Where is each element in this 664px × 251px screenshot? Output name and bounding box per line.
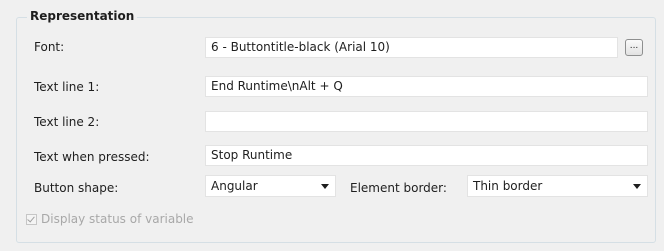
element-border-label: Element border:: [350, 181, 447, 195]
group-title: Representation: [27, 9, 138, 23]
text-pressed-field[interactable]: Stop Runtime: [205, 145, 648, 166]
element-border-value: Thin border: [473, 179, 543, 193]
display-status-checkbox-row[interactable]: Display status of variable: [26, 212, 194, 226]
element-border-dropdown[interactable]: Thin border: [467, 175, 648, 197]
font-browse-button[interactable]: ...: [625, 39, 643, 56]
button-shape-value: Angular: [211, 179, 258, 193]
display-status-label: Display status of variable: [41, 212, 194, 226]
chevron-down-icon: [633, 184, 641, 189]
button-shape-label: Button shape:: [34, 181, 119, 195]
font-label: Font:: [34, 40, 65, 54]
text-line-1-field[interactable]: End Runtime\nAlt + Q: [205, 76, 648, 97]
font-field[interactable]: 6 - Buttontitle-black (Arial 10): [205, 37, 618, 58]
text-pressed-label: Text when pressed:: [34, 150, 150, 164]
button-shape-dropdown[interactable]: Angular: [205, 175, 336, 197]
checkmark-icon: [27, 214, 35, 222]
display-status-checkbox[interactable]: [26, 213, 37, 225]
text-line-1-label: Text line 1:: [34, 80, 100, 94]
chevron-down-icon: [321, 184, 329, 189]
text-line-2-label: Text line 2:: [34, 115, 100, 129]
text-line-2-field[interactable]: [205, 111, 648, 132]
